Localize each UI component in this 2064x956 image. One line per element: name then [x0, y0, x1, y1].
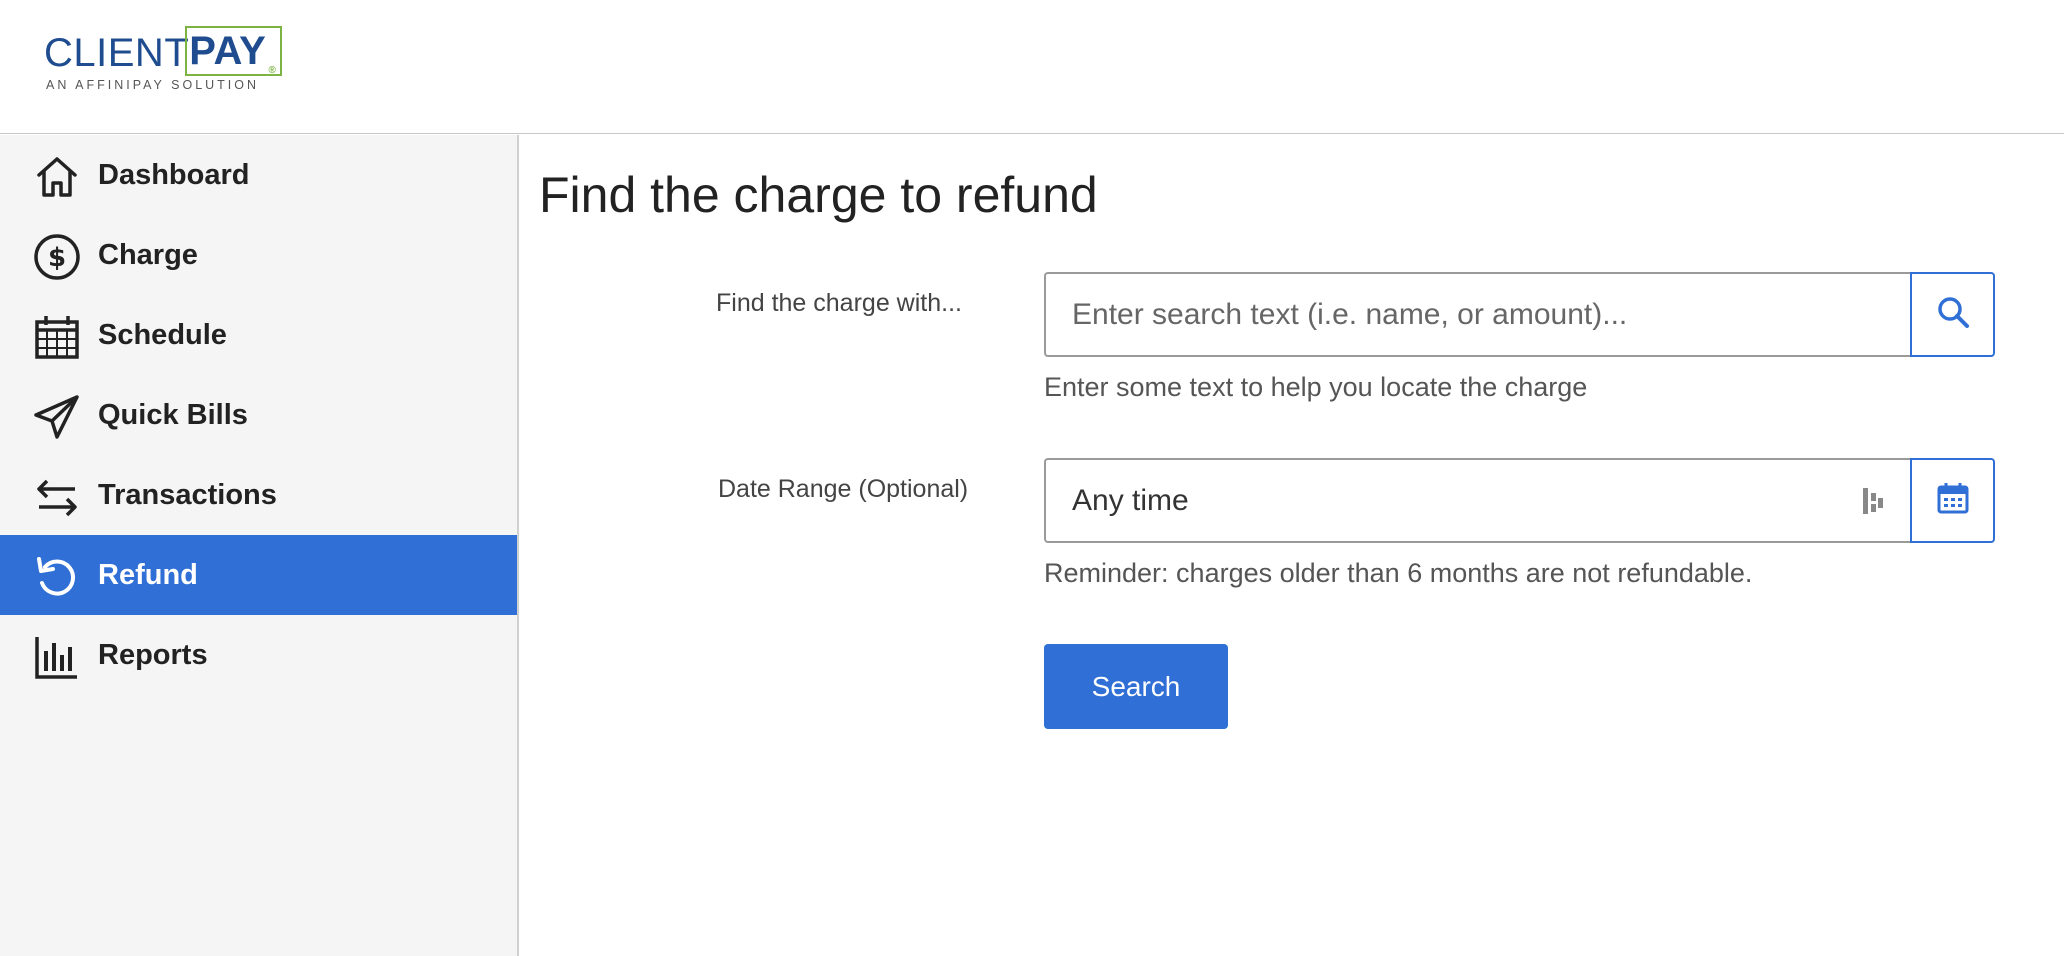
sidebar-item-label: Dashboard [98, 159, 250, 191]
sidebar-item-label: Transactions [98, 479, 277, 511]
search-input-group [1044, 272, 1995, 357]
date-picker-button[interactable] [1910, 458, 1995, 543]
date-range-input[interactable] [1044, 458, 1912, 543]
logo-client-text: CLIENT [44, 31, 190, 75]
logo-wordmark: CLIENTPAY ® [44, 26, 283, 78]
paper-plane-icon [33, 393, 81, 441]
calendar-icon [1936, 481, 1970, 520]
sidebar-item-refund[interactable]: Refund [0, 535, 517, 615]
sidebar-item-dashboard[interactable]: Dashboard [0, 135, 517, 215]
logo-pay-box: PAY ® [185, 26, 283, 76]
main-content: Find the charge to refund Find the charg… [521, 135, 2064, 956]
sidebar-item-reports[interactable]: Reports [0, 615, 517, 695]
sidebar-item-schedule[interactable]: Schedule [0, 295, 517, 375]
sidebar-item-charge[interactable]: $ Charge [0, 215, 517, 295]
calendar-icon [33, 313, 81, 361]
refund-icon [33, 553, 81, 601]
sidebar-item-quick-bills[interactable]: Quick Bills [0, 375, 517, 455]
dollar-circle-icon: $ [33, 233, 81, 281]
sidebar-item-label: Quick Bills [98, 399, 248, 431]
bar-chart-icon [33, 633, 81, 681]
search-field-label: Find the charge with... [716, 289, 962, 317]
svg-text:$: $ [48, 243, 66, 273]
search-input[interactable] [1044, 272, 1912, 357]
password-manager-icon[interactable] [1862, 486, 1884, 516]
logo-registered-mark: ® [268, 65, 277, 76]
app-header: CLIENTPAY ® AN AFFINIPAY SOLUTION [0, 0, 2064, 134]
sidebar-item-transactions[interactable]: Transactions [0, 455, 517, 535]
logo-pay-text: PAY [189, 29, 267, 73]
page-title: Find the charge to refund [539, 167, 1098, 223]
date-range-help-text: Reminder: charges older than 6 months ar… [1044, 558, 1753, 588]
arrows-exchange-icon [33, 473, 81, 521]
logo-tagline: AN AFFINIPAY SOLUTION [46, 78, 260, 92]
search-button[interactable]: Search [1044, 644, 1228, 729]
clientpay-logo[interactable]: CLIENTPAY ® AN AFFINIPAY SOLUTION [44, 20, 283, 96]
date-range-group [1044, 458, 1995, 543]
sidebar-item-label: Refund [98, 559, 198, 591]
search-icon [1935, 294, 1971, 335]
date-range-label: Date Range (Optional) [718, 475, 969, 503]
sidebar-item-label: Charge [98, 239, 198, 271]
sidebar-item-label: Reports [98, 639, 208, 671]
search-help-text: Enter some text to help you locate the c… [1044, 372, 1588, 402]
sidebar-item-label: Schedule [98, 319, 227, 351]
sidebar-nav: Dashboard $ Charge Schedule Quick Bills … [0, 135, 519, 956]
home-icon [33, 153, 81, 201]
search-button-icon[interactable] [1910, 272, 1995, 357]
